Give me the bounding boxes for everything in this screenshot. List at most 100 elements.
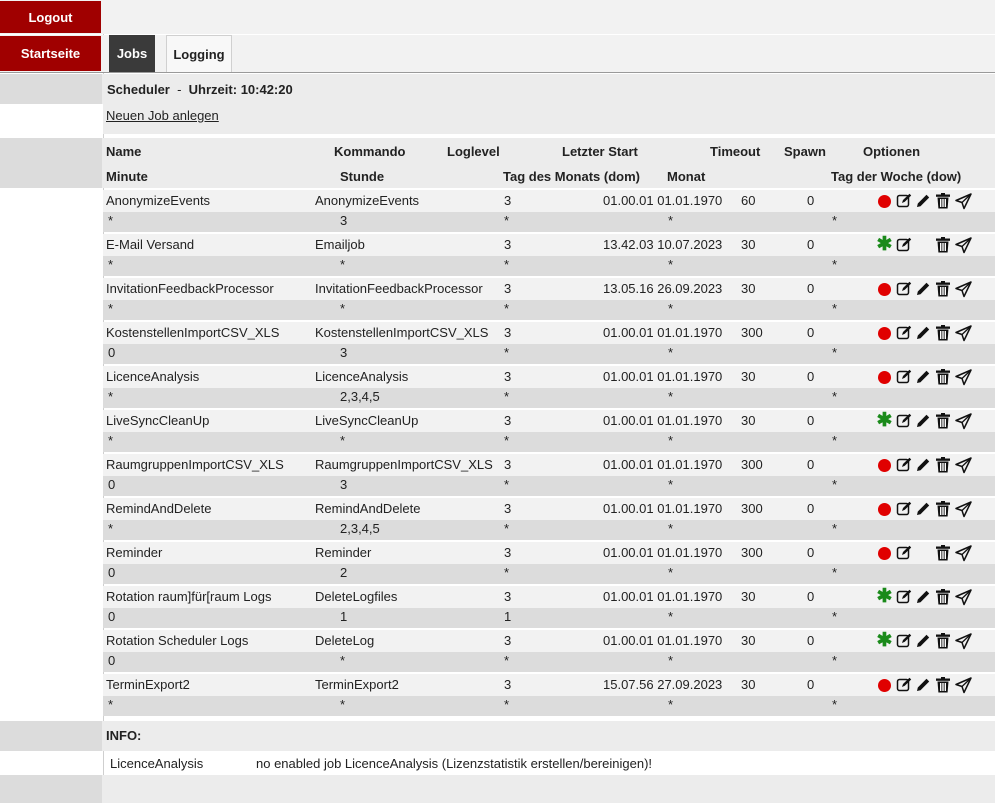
send-icon[interactable] (955, 631, 972, 651)
job-loglevel: 3 (504, 237, 512, 252)
job-minute: * (108, 389, 114, 404)
pencil-icon[interactable] (914, 411, 931, 431)
send-icon[interactable] (955, 675, 972, 695)
note-edit-icon[interactable] (895, 455, 912, 475)
job-monat: * (668, 653, 674, 668)
pencil-icon[interactable] (914, 631, 931, 651)
send-icon[interactable] (955, 499, 972, 519)
green-asterisk-icon[interactable]: ✱ (876, 411, 893, 431)
col-kommando: Kommando (334, 144, 406, 159)
note-edit-icon[interactable] (895, 675, 912, 695)
red-dot-icon[interactable] (876, 499, 893, 519)
pencil-icon[interactable] (914, 279, 931, 299)
pencil-icon[interactable] (914, 499, 931, 519)
note-edit-icon[interactable] (895, 631, 912, 651)
job-kommando: DeleteLogfiles (315, 589, 398, 604)
job-minute: 0 (108, 477, 116, 492)
trash-icon[interactable] (934, 191, 951, 211)
trash-icon[interactable] (934, 675, 951, 695)
job-loglevel: 3 (504, 369, 512, 384)
trash-icon[interactable] (934, 499, 951, 519)
note-edit-icon[interactable] (895, 499, 912, 519)
job-kommando: Reminder (315, 545, 372, 560)
trash-icon[interactable] (934, 411, 951, 431)
pencil-icon[interactable] (914, 191, 931, 211)
col-stunde: Stunde (340, 169, 385, 184)
pencil-icon[interactable] (914, 367, 931, 387)
tab-logging[interactable]: Logging (166, 35, 232, 72)
trash-icon[interactable] (934, 587, 951, 607)
green-asterisk-icon[interactable]: ✱ (876, 631, 893, 651)
job-dom: * (504, 653, 510, 668)
job-kommando: RaumgruppenImportCSV_XLS (315, 457, 493, 472)
top-bar (0, 0, 995, 34)
trash-icon[interactable] (934, 367, 951, 387)
send-icon[interactable] (955, 191, 972, 211)
note-edit-icon[interactable] (895, 323, 912, 343)
job-timeout: 30 (741, 281, 756, 296)
pencil-icon[interactable] (914, 587, 931, 607)
logout-button[interactable]: Logout (0, 1, 101, 33)
send-icon[interactable] (955, 279, 972, 299)
red-dot-icon[interactable] (876, 323, 893, 343)
send-icon[interactable] (955, 323, 972, 343)
startseite-button[interactable]: Startseite (0, 36, 101, 71)
red-dot-icon[interactable] (876, 543, 893, 563)
red-dot-icon[interactable] (876, 191, 893, 211)
trash-icon[interactable] (934, 235, 951, 255)
note-edit-icon[interactable] (895, 587, 912, 607)
job-monat: * (668, 213, 674, 228)
note-edit-icon[interactable] (895, 367, 912, 387)
green-asterisk-icon[interactable]: ✱ (876, 235, 893, 255)
job-options (876, 191, 976, 211)
green-asterisk-icon[interactable]: ✱ (876, 587, 893, 607)
send-icon[interactable] (955, 411, 972, 431)
trash-icon[interactable] (934, 631, 951, 651)
job-monat: * (668, 433, 674, 448)
job-timeout: 300 (741, 457, 763, 472)
pencil-icon[interactable] (914, 675, 931, 695)
note-edit-icon[interactable] (895, 411, 912, 431)
send-icon[interactable] (955, 543, 972, 563)
job-minute: 0 (108, 565, 116, 580)
note-edit-icon[interactable] (895, 279, 912, 299)
note-edit-icon[interactable] (895, 543, 912, 563)
red-dot-icon[interactable] (876, 367, 893, 387)
job-dow: * (832, 653, 838, 668)
job-letzter-start: 01.00.01 01.01.1970 (603, 193, 723, 208)
note-edit-icon[interactable] (895, 191, 912, 211)
job-loglevel: 3 (504, 545, 512, 560)
pencil-icon[interactable] (914, 455, 931, 475)
pencil-icon[interactable] (914, 323, 931, 343)
red-dot-icon[interactable] (876, 675, 893, 695)
tab-jobs[interactable]: Jobs (109, 35, 155, 72)
new-job-link[interactable]: Neuen Job anlegen (106, 108, 219, 123)
col-minute: Minute (106, 169, 148, 184)
job-options (876, 279, 976, 299)
note-edit-icon[interactable] (895, 235, 912, 255)
job-timeout: 30 (741, 413, 756, 428)
job-stunde: 2,3,4,5 (340, 521, 380, 536)
trash-icon[interactable] (934, 455, 951, 475)
send-icon[interactable] (955, 455, 972, 475)
job-monat: * (668, 697, 674, 712)
scheduler-time: 10:42:20 (240, 82, 293, 97)
job-options (876, 675, 976, 695)
red-dot-icon[interactable] (876, 455, 893, 475)
footer-bar (0, 775, 995, 803)
job-options (876, 455, 976, 475)
job-dom: * (504, 345, 510, 360)
trash-icon[interactable] (934, 543, 951, 563)
job-dow: * (832, 213, 838, 228)
job-timeout: 300 (741, 501, 763, 516)
job-spawn: 0 (807, 501, 815, 516)
send-icon[interactable] (955, 587, 972, 607)
trash-icon[interactable] (934, 323, 951, 343)
send-icon[interactable] (955, 367, 972, 387)
send-icon[interactable] (955, 235, 972, 255)
red-dot-icon[interactable] (876, 279, 893, 299)
job-monat: * (668, 345, 674, 360)
job-minute: * (108, 213, 114, 228)
job-spawn: 0 (807, 413, 815, 428)
trash-icon[interactable] (934, 279, 951, 299)
